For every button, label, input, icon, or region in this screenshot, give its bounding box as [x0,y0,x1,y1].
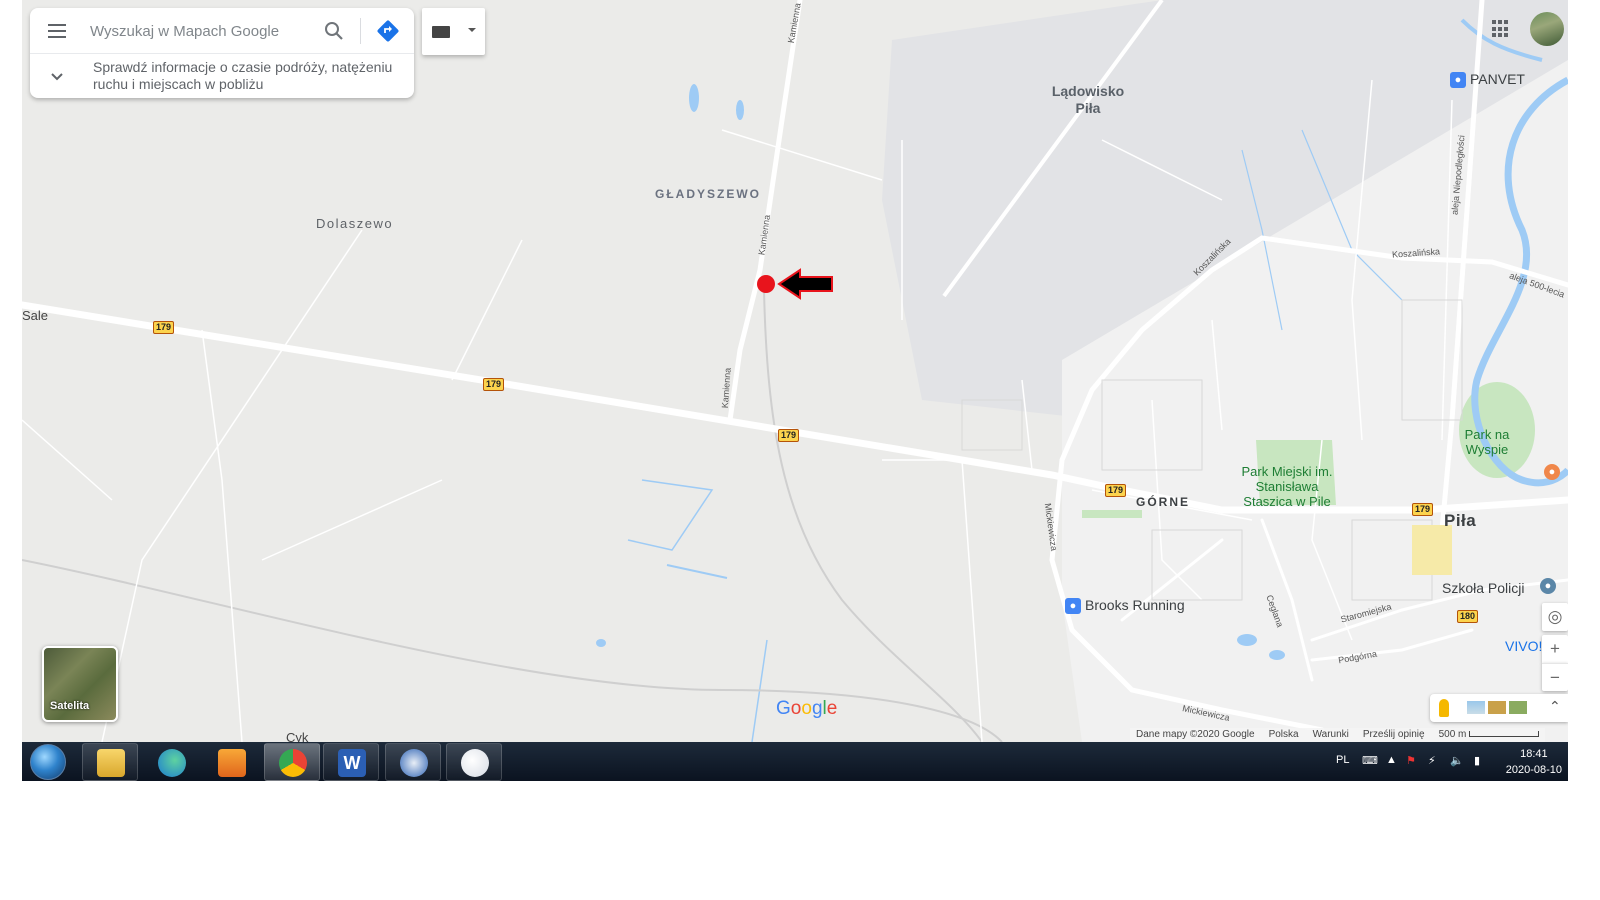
country-link[interactable]: Polska [1269,728,1299,742]
system-tray: PL ⌨ ▲ ⚑ ⚡ 🔈 ▮ 18:41 2020-08-10 [1328,742,1568,781]
clock-date: 2020-08-10 [1505,764,1562,776]
place-label-gladyszewo: GŁADYSZEWO [655,187,761,201]
edge-icon [158,749,186,777]
taskbar-chrome[interactable] [264,743,320,781]
pegman-icon[interactable] [1439,699,1449,717]
show-hidden-icons-icon[interactable]: ▲ [1386,754,1397,766]
paint-icon [461,749,489,777]
poi-label-brooks-running[interactable]: Brooks Running [1085,597,1185,613]
layers-bar: ⌃ [1430,694,1568,722]
clock-time: 18:41 [1520,748,1548,760]
keyboard-icon[interactable] [432,26,450,38]
place-label-cyk: Cyk [286,730,309,742]
road-shield-179: 179 [1412,503,1434,516]
poi-label-vivo[interactable]: VIVO! [1505,638,1542,654]
map-graphics [22,0,1568,742]
place-label-park-na-wyspie: Park na Wyspie [1464,427,1510,457]
chrome-icon [279,749,307,777]
terms-link[interactable]: Warunki [1313,728,1349,742]
scale-bar [1469,731,1540,738]
map-data-credit: Dane mapy ©2020 Google [1136,729,1255,740]
layer-thumb-terrain[interactable] [1488,701,1506,714]
chevron-up-icon[interactable]: ⌃ [1549,698,1561,715]
zoom-out-button[interactable]: − [1542,663,1568,691]
clock[interactable]: 18:41 2020-08-10 [1506,746,1562,778]
poi-label-panvet[interactable]: PANVET [1470,71,1525,87]
road-shield-180: 180 [1457,610,1479,623]
place-label-dolaszewo: Dolaszewo [316,216,394,231]
divider [360,18,361,44]
road-shield-179: 179 [483,378,505,391]
start-button[interactable] [28,742,68,781]
satellite-label: Satelita [50,700,90,712]
folder-icon [97,749,125,777]
road-shield-179: 179 [153,321,175,334]
layer-thumb-transit[interactable] [1467,701,1485,714]
search-input[interactable] [90,18,315,44]
windows-logo-icon[interactable] [30,744,66,780]
shop-icon[interactable]: ● [1065,598,1081,614]
road-shield-179: 179 [778,429,800,442]
mail-icon [400,749,428,777]
map-footer: Dane mapy ©2020 Google Polska Warunki Pr… [1130,728,1546,742]
scale-control[interactable]: 500 m [1439,728,1540,742]
google-logo: Google [776,698,838,719]
trip-info-text[interactable]: Sprawdź informacje o czasie podróży, nat… [93,59,393,93]
power-icon[interactable]: ⚡ [1428,754,1436,767]
media-player-icon [218,749,246,777]
action-center-flag-icon[interactable]: ⚑ [1406,754,1416,767]
input-tools-button[interactable] [422,8,485,55]
road-shield-179: 179 [1105,484,1127,497]
feedback-link[interactable]: Prześlij opinię [1363,728,1425,742]
poi-label-szkola-policji[interactable]: Szkoła Policji [1442,580,1524,596]
taskbar-edge[interactable] [143,743,199,781]
place-label-pila: Piła [1444,511,1477,530]
search-row [30,8,414,54]
place-label-park-miejski: Park Miejski im. Stanisława Staszica w P… [1241,464,1333,509]
account-avatar[interactable] [1530,12,1564,46]
language-indicator[interactable]: PL [1336,754,1349,766]
place-label-gorne: GÓRNE [1136,495,1191,509]
map-canvas[interactable]: Dolaszewo GŁADYSZEWO Sale Lądowisko Piła… [22,0,1568,742]
zoom-in-button[interactable]: + [1542,635,1568,663]
directions-icon[interactable] [375,18,401,44]
apps-grid-icon[interactable] [1492,20,1510,38]
taskbar-media-player[interactable] [203,743,259,781]
screen: Dolaszewo GŁADYSZEWO Sale Lądowisko Piła… [22,0,1568,781]
map-controls: ◎ + − [1542,603,1568,691]
search-icon[interactable] [322,19,346,43]
taskbar: W PL ⌨ ▲ ⚑ ⚡ 🔈 ▮ 18:41 2020-08-10 [22,742,1568,781]
search-panel: Sprawdź informacje o czasie podróży, nat… [30,8,414,98]
keyboard-tray-icon[interactable]: ⌨ [1362,754,1378,767]
my-location-icon[interactable]: ◎ [1542,603,1568,631]
layer-thumb-bike[interactable] [1509,701,1527,714]
taskbar-paint[interactable] [446,743,502,781]
taskbar-mail[interactable] [385,743,441,781]
place-label-sale: Sale [22,308,49,323]
network-signal-icon[interactable]: ▮ [1474,754,1480,767]
chevron-down-icon[interactable] [46,66,68,88]
dropdown-arrow-icon[interactable] [468,28,476,32]
volume-icon[interactable]: 🔈 [1450,754,1464,767]
satellite-toggle[interactable]: Satelita [42,646,118,722]
word-icon: W [338,749,366,777]
shop-icon[interactable]: ● [1450,72,1466,88]
school-icon[interactable]: ● [1540,578,1556,594]
menu-icon[interactable] [46,21,68,41]
place-label-ladowisko: Lądowisko Piła [1051,83,1125,116]
scale-label: 500 m [1438,729,1467,740]
taskbar-word[interactable]: W [323,743,379,781]
taskbar-explorer[interactable] [82,743,138,781]
restaurant-icon[interactable]: ● [1544,464,1560,480]
